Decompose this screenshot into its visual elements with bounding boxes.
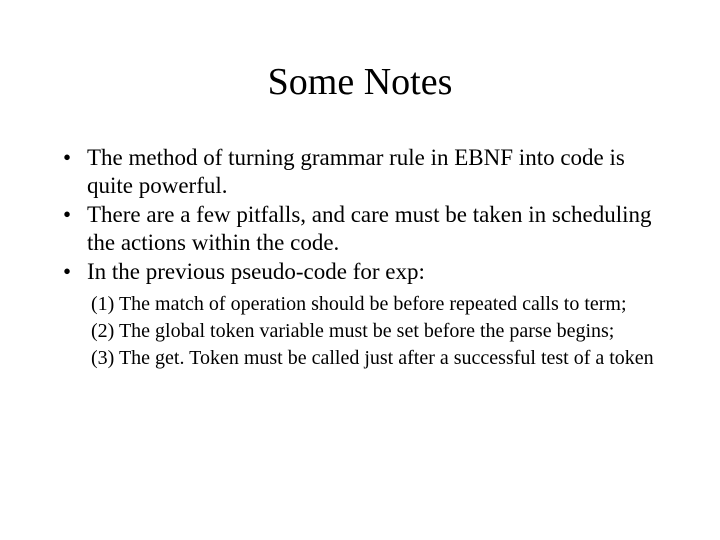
sub-list: (1) The match of operation should be bef… [91, 292, 665, 371]
bullet-item: In the previous pseudo-code for exp: [55, 258, 665, 286]
sub-item: (3) The get. Token must be called just a… [91, 346, 665, 371]
slide: Some Notes The method of turning grammar… [0, 0, 720, 540]
slide-title: Some Notes [55, 60, 665, 104]
bullet-list: The method of turning grammar rule in EB… [55, 144, 665, 286]
bullet-item: There are a few pitfalls, and care must … [55, 201, 665, 256]
bullet-item: The method of turning grammar rule in EB… [55, 144, 665, 199]
sub-item: (2) The global token variable must be se… [91, 319, 665, 344]
sub-item: (1) The match of operation should be bef… [91, 292, 665, 317]
